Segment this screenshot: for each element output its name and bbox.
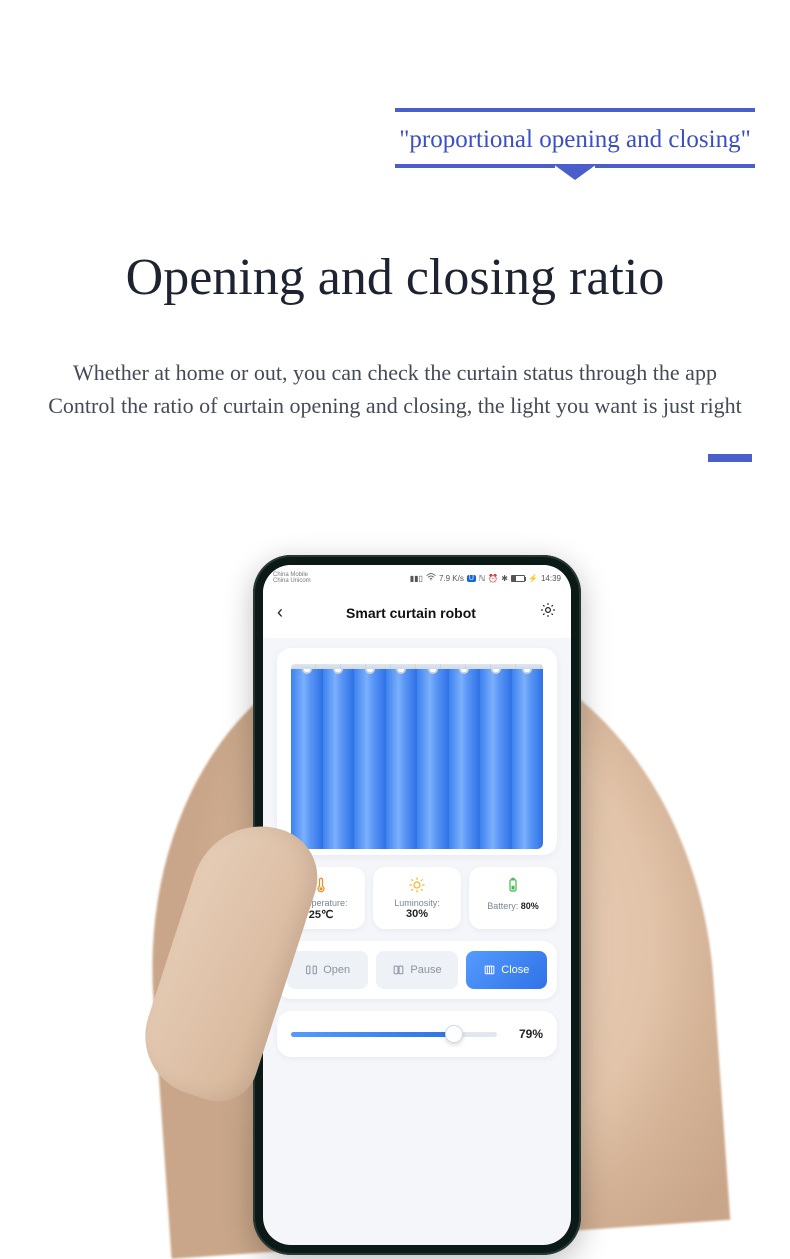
battery-tile-icon — [473, 875, 553, 895]
alarm-icon: ⏰ — [488, 574, 498, 583]
luminosity-value: 30% — [377, 908, 457, 920]
stats-row: Temperature: 25℃ Luminosity: 30% — [277, 867, 557, 929]
net-speed: 7.9 K/s — [439, 574, 464, 583]
bluetooth-icon: ✱ — [501, 574, 508, 583]
close-button[interactable]: Close — [466, 951, 547, 989]
curtain-pause-icon — [392, 964, 405, 977]
subtitle-line-2: Control the ratio of curtain opening and… — [0, 389, 790, 422]
status-bar: China Mobile China Unicom ▮▮▯ 7.9 K/s U … — [263, 565, 571, 591]
wifi-icon — [426, 573, 436, 583]
curtain-open-icon — [305, 964, 318, 977]
battery-label: Battery: — [487, 901, 518, 911]
battery-tile: Battery: 80% — [469, 867, 557, 929]
open-button[interactable]: Open — [287, 951, 368, 989]
battery-value: 80% — [521, 901, 539, 911]
position-slider[interactable] — [291, 1032, 497, 1037]
gear-icon — [539, 601, 557, 619]
ribbon-banner: "proportional opening and closing" — [395, 108, 755, 180]
curtain-close-icon — [483, 964, 496, 977]
nfc-icon: ℕ — [479, 574, 485, 583]
ribbon-text: "proportional opening and closing" — [395, 112, 755, 164]
subtitle-line-1: Whether at home or out, you can check th… — [0, 356, 790, 389]
pause-label: Pause — [410, 964, 441, 976]
open-label: Open — [323, 964, 350, 976]
app-title: Smart curtain robot — [346, 605, 476, 621]
luminosity-tile: Luminosity: 30% — [373, 867, 461, 929]
close-label: Close — [501, 964, 529, 976]
slider-percent: 79% — [509, 1027, 543, 1041]
pause-button[interactable]: Pause — [376, 951, 457, 989]
status-time: 14:39 — [541, 574, 561, 583]
curtain-graphic — [291, 669, 543, 849]
status-carriers: China Mobile China Unicom — [273, 572, 311, 584]
controls-card: Open Pause Close — [277, 941, 557, 999]
curtain-visual-card — [277, 648, 557, 855]
page-subtitle: Whether at home or out, you can check th… — [0, 356, 790, 422]
app-bar: ‹ Smart curtain robot — [263, 591, 571, 638]
settings-button[interactable] — [539, 601, 557, 624]
page-title: Opening and closing ratio — [0, 248, 790, 307]
status-pill-icon: U — [467, 575, 476, 582]
sun-icon — [377, 875, 457, 895]
slider-thumb[interactable] — [445, 1025, 463, 1043]
signal-icon: ▮▮▯ — [410, 574, 423, 583]
battery-row: Battery: 80% — [473, 901, 553, 911]
accent-divider — [708, 454, 752, 462]
battery-icon — [511, 575, 525, 582]
carrier-2: China Unicom — [273, 578, 311, 584]
charging-icon: ⚡ — [528, 574, 538, 583]
back-button[interactable]: ‹ — [277, 602, 283, 623]
luminosity-label: Luminosity: — [377, 898, 457, 908]
status-right: ▮▮▯ 7.9 K/s U ℕ ⏰ ✱ ⚡ 14:39 — [410, 573, 561, 583]
position-slider-card: 79% — [277, 1011, 557, 1057]
